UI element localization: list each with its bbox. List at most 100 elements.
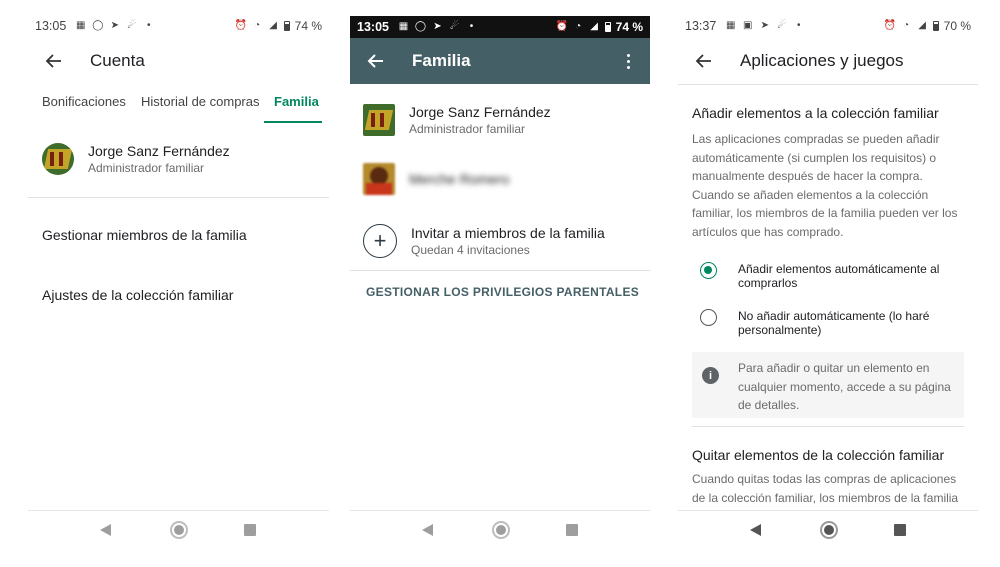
app-bar: Familia (350, 38, 650, 84)
nav-home-icon[interactable] (170, 521, 188, 539)
battery-percent: 70 % (943, 19, 971, 33)
status-bar: 13:05 ▦ ◯ ➤ ☄ • ⏰ ◔ ◢ 74 % (350, 16, 650, 38)
dot-icon: • (469, 21, 474, 32)
screen-familia: 13:05 ▦ ◯ ➤ ☄ • ⏰ ◔ ◢ 74 % Familia Jorge… (350, 0, 650, 567)
manage-parental-controls-button[interactable]: GESTIONAR LOS PRIVILEGIOS PARENTALES (366, 285, 639, 299)
nav-recents-icon[interactable] (566, 524, 578, 536)
battery-percent: 74 % (615, 20, 643, 34)
activity-icon: ☄ (450, 21, 459, 32)
more-options-icon[interactable] (620, 49, 636, 73)
radio-selected[interactable] (700, 262, 717, 279)
page-title: Cuenta (90, 51, 145, 70)
telegram-icon: ➤ (433, 21, 442, 32)
signal-icon: ◢ (918, 20, 926, 31)
status-time: 13:37 (685, 19, 717, 33)
avatar (363, 163, 395, 195)
member-row[interactable]: Merche Romero (363, 163, 650, 195)
section-description: Las aplicaciones compradas se pueden aña… (692, 132, 958, 239)
wifi-icon: ◔ (903, 20, 910, 31)
telegram-icon: ➤ (760, 20, 769, 31)
gallery-icon: ▣ (743, 20, 753, 31)
divider (350, 270, 650, 271)
back-arrow-icon[interactable] (364, 49, 388, 73)
signal-icon: ◢ (590, 21, 598, 32)
calendar-icon: ▦ (76, 20, 86, 31)
alarm-icon: ⏰ (555, 21, 569, 32)
status-time: 13:05 (357, 20, 389, 34)
alarm-icon: ⏰ (883, 20, 897, 31)
status-bar: 13:37 ▦ ▣ ➤ ☄ • ⏰ ◔ ◢ 70 % (678, 14, 978, 38)
alarm-icon: ⏰ (234, 20, 248, 31)
back-arrow-icon[interactable] (692, 49, 716, 73)
add-icon: + (363, 224, 397, 258)
radio-label: No añadir automáticamente (lo haré perso… (738, 309, 930, 337)
screen-aplicaciones-juegos: 13:37 ▦ ▣ ➤ ☄ • ⏰ ◔ ◢ 70 % Aplicaciones … (678, 0, 978, 567)
member-row[interactable]: Jorge Sanz Fernández Administrador famil… (363, 104, 650, 136)
member-name: Merche Romero (409, 171, 510, 187)
divider (692, 426, 964, 427)
tab-bonificaciones[interactable]: Bonificaciones (42, 94, 126, 109)
radio-option-auto[interactable]: Añadir elementos automáticamente al comp… (700, 262, 958, 290)
avatar (42, 143, 74, 175)
manage-members-item[interactable]: Gestionar miembros de la familia (42, 227, 247, 243)
radio-label: Añadir elementos automáticamente al comp… (738, 262, 940, 290)
info-icon: i (702, 367, 719, 384)
invite-row[interactable]: + Invitar a miembros de la familia Queda… (363, 224, 650, 258)
nav-back-icon[interactable] (100, 524, 111, 536)
divider (678, 84, 978, 85)
member-role: Administrador familiar (88, 161, 205, 175)
activity-icon: ☄ (127, 20, 137, 31)
tab-indicator (264, 121, 322, 123)
section-description: Cuando quitas todas las compras de aplic… (692, 472, 959, 505)
wifi-icon: ◔ (254, 20, 261, 31)
page-title: Aplicaciones y juegos (740, 51, 904, 70)
whatsapp-icon: ◯ (414, 21, 427, 32)
page-title: Familia (412, 51, 471, 70)
nav-recents-icon[interactable] (244, 524, 256, 536)
dot-icon: • (147, 20, 151, 31)
invite-label: Invitar a miembros de la familia (411, 225, 605, 241)
dot-icon: • (797, 20, 801, 31)
app-bar: Aplicaciones y juegos (678, 38, 978, 84)
nav-recents-icon[interactable] (894, 524, 906, 536)
tab-historial-compras[interactable]: Historial de compras (141, 94, 260, 109)
signal-icon: ◢ (269, 20, 277, 31)
radio-unselected[interactable] (700, 309, 717, 326)
app-bar: Cuenta (28, 38, 329, 84)
status-time: 13:05 (35, 19, 67, 33)
activity-icon: ☄ (777, 20, 787, 31)
member-row[interactable]: Jorge Sanz Fernández Administrador famil… (42, 143, 329, 175)
member-name: Jorge Sanz Fernández (88, 143, 230, 159)
back-arrow-icon[interactable] (42, 49, 66, 73)
wifi-icon: ◔ (575, 21, 582, 32)
nav-home-icon[interactable] (820, 521, 838, 539)
battery-icon (604, 22, 611, 32)
divider (28, 197, 329, 198)
system-nav-bar (350, 510, 650, 550)
section-title: Añadir elementos a la colección familiar (692, 105, 939, 121)
info-box: i Para añadir o quitar un elemento en cu… (692, 352, 964, 418)
invite-remaining: Quedan 4 invitaciones (411, 243, 530, 257)
member-role: Administrador familiar (409, 122, 526, 136)
tab-familia[interactable]: Familia (274, 94, 319, 109)
status-bar: 13:05 ▦ ◯ ➤ ☄ • ⏰ ◔ ◢ 74 % (28, 14, 329, 38)
system-nav-bar (28, 510, 329, 550)
battery-icon (283, 21, 290, 31)
battery-percent: 74 % (294, 19, 322, 33)
radio-option-manual[interactable]: No añadir automáticamente (lo haré perso… (700, 309, 958, 337)
calendar-icon: ▦ (726, 20, 736, 31)
info-text: Para añadir o quitar un elemento en cual… (738, 361, 951, 413)
nav-home-icon[interactable] (492, 521, 510, 539)
calendar-icon: ▦ (398, 21, 409, 32)
member-name: Jorge Sanz Fernández (409, 104, 551, 120)
whatsapp-icon: ◯ (92, 20, 104, 31)
nav-back-icon[interactable] (422, 524, 433, 536)
tab-bar: Bonificaciones Historial de compras Fami… (28, 88, 329, 124)
telegram-icon: ➤ (110, 20, 119, 31)
system-nav-bar (678, 510, 978, 550)
collection-settings-item[interactable]: Ajustes de la colección familiar (42, 287, 233, 303)
section-title: Quitar elementos de la colección familia… (692, 447, 945, 463)
avatar (363, 104, 395, 136)
battery-icon (932, 21, 939, 31)
nav-back-icon[interactable] (750, 524, 761, 536)
